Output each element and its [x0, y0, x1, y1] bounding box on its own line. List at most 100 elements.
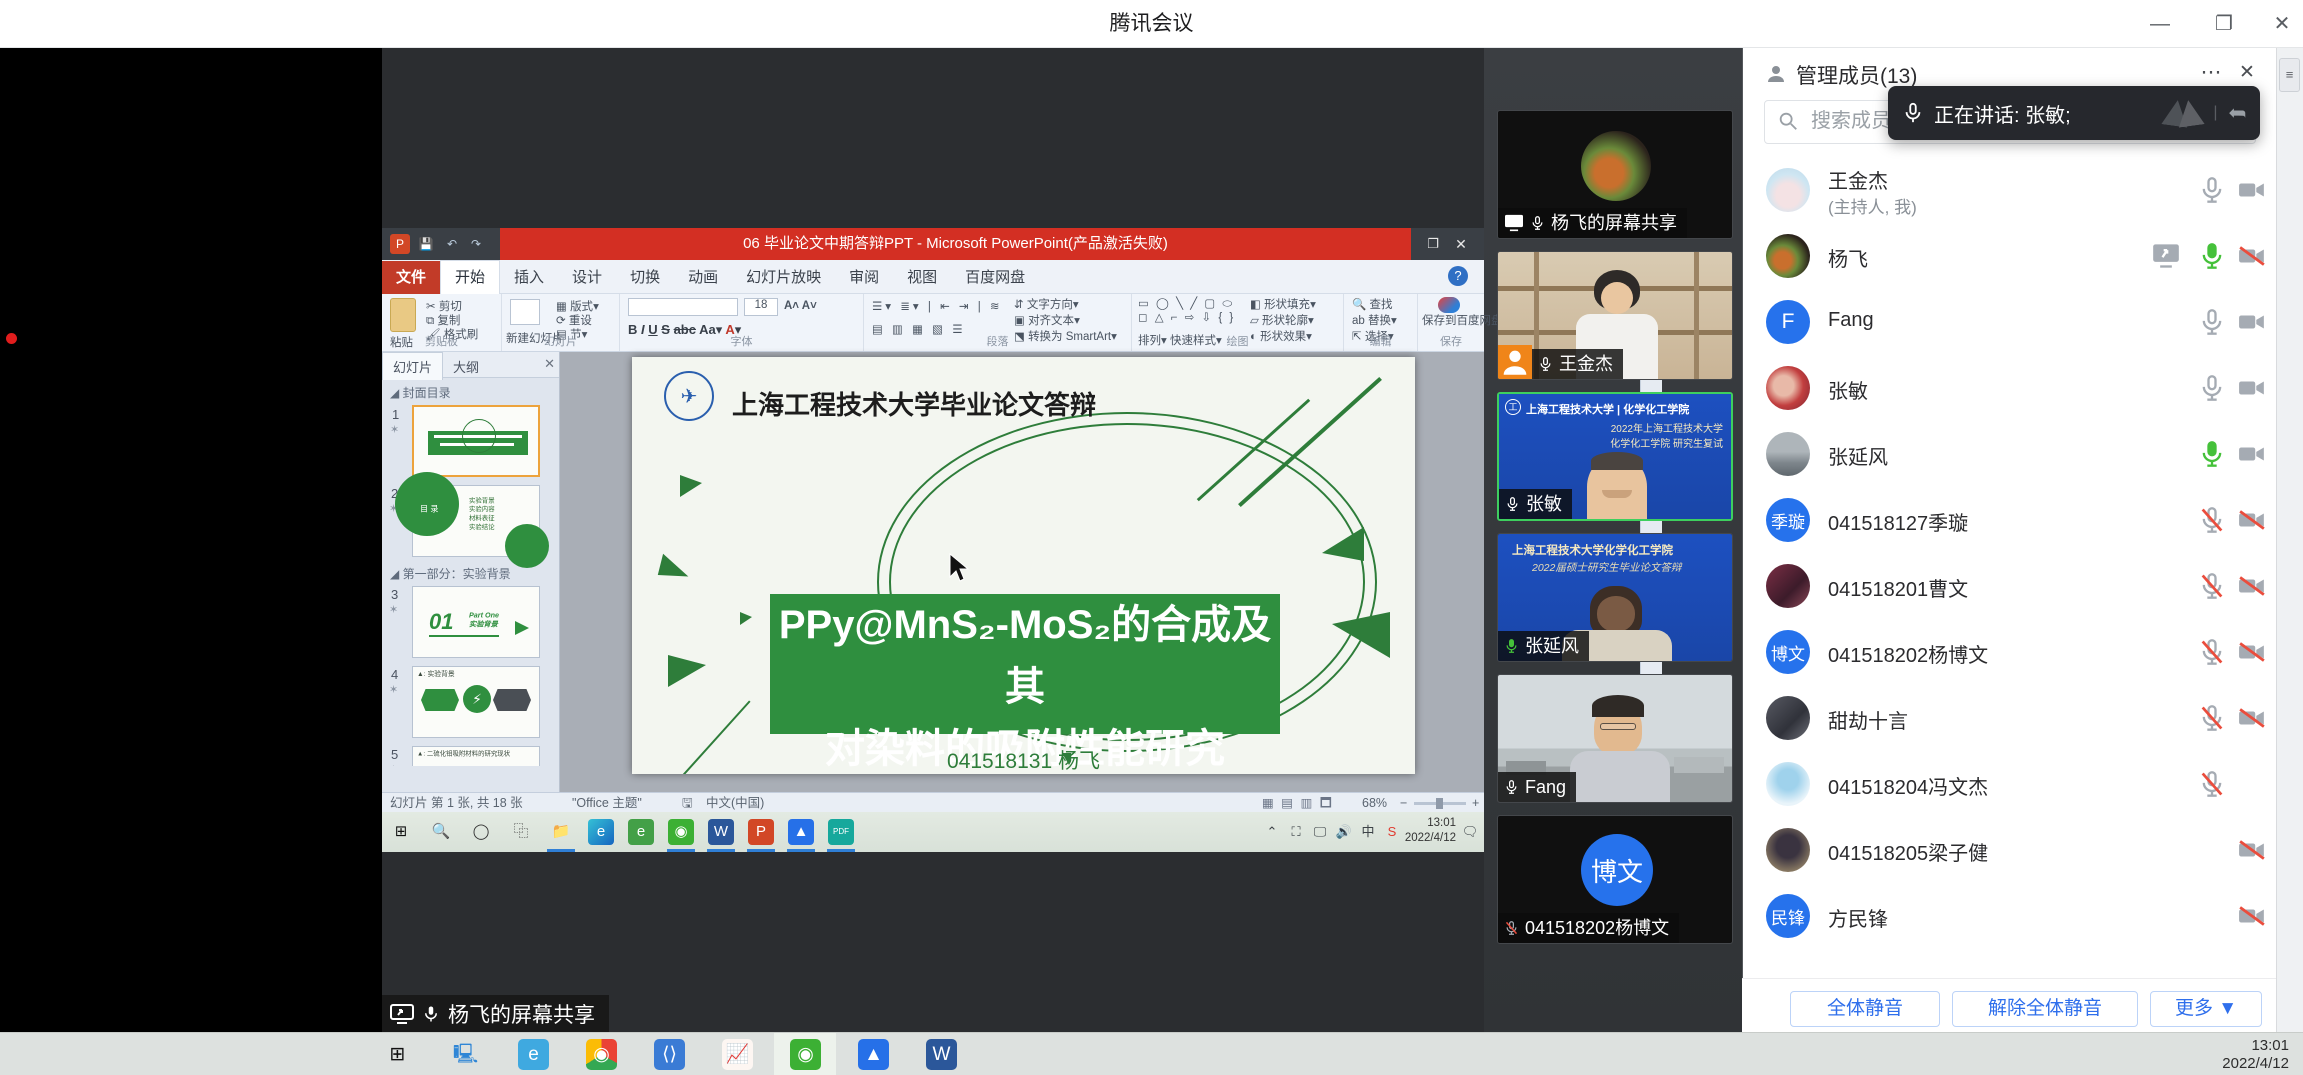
view-shortcut-icons[interactable]: ▦ ▤ ▥ 🗖 [1262, 793, 1334, 813]
ppt-tab-审阅[interactable]: 审阅 [835, 261, 893, 295]
member-row-张延风[interactable]: 张延风 [1742, 421, 2276, 487]
slide-thumbnail-2[interactable]: 2✶目 录实验背景实验内容材料表征实验结论 [412, 485, 540, 557]
notification-icon[interactable]: 🗨 [1460, 822, 1480, 842]
ppt-tab-插入[interactable]: 插入 [500, 261, 558, 295]
camera-off-icon[interactable] [2238, 506, 2266, 534]
video-thumbnail-041518202杨博文[interactable]: 博文041518202杨博文 [1497, 815, 1733, 944]
camera-off-icon[interactable] [2238, 572, 2266, 600]
tray-icon-display[interactable]: 🖵 [1310, 822, 1330, 842]
find-button[interactable]: 🔍 查找 [1352, 296, 1393, 312]
member-row-王金杰[interactable]: 王金杰(主持人, 我) [1742, 157, 2276, 223]
camera-icon[interactable] [2238, 176, 2266, 204]
mic-muted-icon[interactable] [2198, 638, 2226, 666]
mic-icon[interactable] [2198, 440, 2226, 468]
new-slide-button[interactable] [510, 299, 540, 325]
member-row-041518201曹文[interactable]: 041518201曹文 [1742, 553, 2276, 619]
video-thumbnail-张敏[interactable]: 工 上海工程技术大学 | 化学化工学院 2022年上海工程技术大学 化学化工学院… [1497, 392, 1733, 521]
shapes-gallery[interactable]: ▭ ◯ ╲ ╱ ▢ ⬭ [1138, 296, 1234, 311]
panel-more-icon[interactable]: ⋯ [2196, 58, 2226, 88]
baidu-save-button[interactable]: 保存到百度网盘 [1422, 315, 1480, 328]
zoom-slider[interactable] [1414, 802, 1466, 805]
paste-button[interactable] [390, 298, 416, 332]
mic-muted-icon[interactable] [2198, 506, 2226, 534]
reply-arrow-icon[interactable]: ➦ [2228, 100, 2246, 126]
taskbar-icon-tencent-meeting[interactable]: ▲ [788, 819, 814, 845]
member-row-张敏[interactable]: 张敏 [1742, 355, 2276, 421]
font-name-combo[interactable] [628, 298, 738, 316]
grow-font-button[interactable]: A˄ A˅ [784, 300, 817, 312]
tray-icon-ime-zh[interactable]: 中 [1358, 822, 1378, 842]
taskbar-icon-start[interactable]: ⊞ [388, 819, 414, 845]
slide-panel-close-icon[interactable]: ✕ [544, 356, 555, 372]
member-row-杨飞[interactable]: 杨飞 [1742, 223, 2276, 289]
ppt-restore-button[interactable]: ❐ [1422, 234, 1444, 254]
save-icon[interactable]: 💾 [416, 234, 436, 254]
slide-thumbnail-4[interactable]: 4✶▲: 实验背景⚡ [412, 666, 540, 738]
tray-icon-volume[interactable]: 🔊 [1334, 822, 1354, 842]
restore-button[interactable]: ❐ [2210, 10, 2238, 38]
video-thumbnail-杨飞的屏幕共享[interactable]: 杨飞的屏幕共享 [1497, 110, 1733, 239]
help-icon[interactable]: ? [1448, 266, 1468, 286]
spellcheck-icon[interactable]: 🖫 [682, 793, 693, 813]
taskbar-icon-wechat[interactable]: ◉ [668, 819, 694, 845]
camera-icon[interactable] [2238, 440, 2266, 468]
host-taskbar-icon-internet-explorer[interactable]: e [518, 1039, 549, 1070]
member-row-041518127季璇[interactable]: 季璇041518127季璇 [1742, 487, 2276, 553]
mic-icon[interactable] [2198, 242, 2226, 270]
ppt-close-button[interactable]: ✕ [1450, 234, 1472, 254]
zoom-slider-handle[interactable] [1436, 798, 1443, 809]
footer-button-全体静音[interactable]: 全体静音 [1790, 991, 1940, 1027]
member-row-甜劫十言[interactable]: 甜劫十言 [1742, 685, 2276, 751]
shapes-gallery-row2[interactable]: ◻ △ ⌐ ⇨ ⇩ { } [1138, 310, 1235, 324]
slide-section-header[interactable]: ◢ 封面目录 [390, 384, 557, 401]
video-thumbnail-王金杰[interactable]: 王金杰 [1497, 251, 1733, 380]
camera-icon[interactable] [2238, 374, 2266, 402]
close-button[interactable]: ✕ [2268, 10, 2296, 38]
taskbar-icon-powerpoint[interactable]: P [748, 819, 774, 845]
taskbar-icon-pdf[interactable]: PDF [828, 819, 854, 845]
ppt-tab-视图[interactable]: 视图 [893, 261, 951, 295]
tray-icon-sogou[interactable]: S [1382, 822, 1402, 842]
undo-icon[interactable]: ↶ [442, 234, 462, 254]
zoom-out-icon[interactable]: − [1400, 793, 1407, 813]
host-taskbar-icon-this-pc[interactable]: 🖳 [450, 1039, 481, 1070]
taskbar-icon-word[interactable]: W [708, 819, 734, 845]
shape-outline-button[interactable]: ▱ 形状轮廓▾ [1250, 312, 1314, 328]
mic-icon[interactable] [2198, 374, 2226, 402]
font-size-combo[interactable]: 18 [744, 298, 778, 316]
slide-thumbnail-3[interactable]: 3✶01Part One实验背景 [412, 586, 540, 658]
camera-off-icon[interactable] [2238, 836, 2266, 864]
host-taskbar-icon-tencent-meeting[interactable]: ▲ [858, 1039, 889, 1070]
camera-icon[interactable] [2238, 308, 2266, 336]
mic-icon[interactable] [2198, 176, 2226, 204]
taskbar-icon-file-explorer[interactable]: 📁 [548, 819, 574, 845]
ppt-tab-动画[interactable]: 动画 [674, 261, 732, 295]
minimize-button[interactable]: — [2146, 10, 2174, 38]
mic-muted-icon[interactable] [2198, 572, 2226, 600]
align-text-button[interactable]: ▣ 对齐文本▾ [1014, 312, 1080, 328]
slide-thumbnail-5[interactable]: 5✶▲: 二硫化钼吸附材料的研究现状▣ [412, 746, 540, 766]
mic-muted-icon[interactable] [2198, 704, 2226, 732]
taskbar-icon-task-view[interactable]: ⿻ [508, 819, 534, 845]
ppt-tab-文件[interactable]: 文件 [382, 261, 440, 295]
mic-muted-icon[interactable] [2198, 770, 2226, 798]
taskbar-icon-edge[interactable]: e [588, 819, 614, 845]
member-row-Fang[interactable]: FFang [1742, 289, 2276, 355]
host-taskbar-icon-chrome[interactable]: ◉ [586, 1039, 617, 1070]
tab-slides[interactable]: 幻灯片 [382, 352, 443, 380]
member-row-041518204冯文杰[interactable]: 041518204冯文杰 [1742, 751, 2276, 817]
taskbar-icon-internet-explorer[interactable]: e [628, 819, 654, 845]
tray-icon-network[interactable]: ⛶ [1286, 822, 1306, 842]
host-taskbar-icon-word[interactable]: W [926, 1039, 957, 1070]
footer-button-更多 ▼[interactable]: 更多 ▼ [2150, 991, 2262, 1027]
zoom-in-icon[interactable]: + [1472, 793, 1479, 813]
host-taskbar-icon-dev-app[interactable]: ⟨⟩ [654, 1039, 685, 1070]
slide-section-header[interactable]: ◢ 第一部分：实验背景 [390, 565, 557, 582]
camera-off-icon[interactable] [2238, 902, 2266, 930]
host-taskbar-icon-wechat[interactable]: ◉ [790, 1039, 821, 1070]
member-row-041518202杨博文[interactable]: 博文041518202杨博文 [1742, 619, 2276, 685]
current-slide[interactable]: ✈ 上海工程技术大学毕业论文答辩 PPy@MnS₂-MoS₂的合成及其 对染料的… [632, 357, 1415, 774]
host-taskbar-icon-start[interactable]: ⊞ [382, 1039, 413, 1070]
camera-off-icon[interactable] [2238, 242, 2266, 270]
slide-thumbnail-1[interactable]: 1✶ [412, 405, 540, 477]
